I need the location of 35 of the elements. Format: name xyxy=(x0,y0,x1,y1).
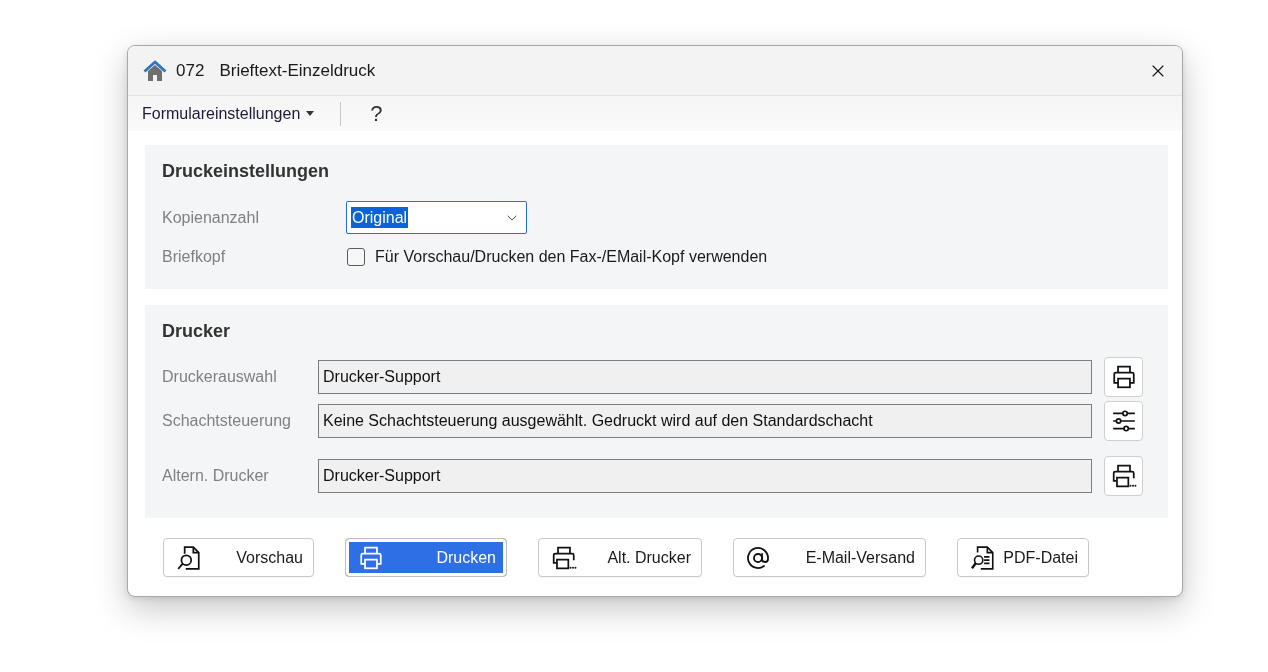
email-button[interactable]: E-Mail-Versand xyxy=(733,538,926,577)
checkbox-label: Für Vorschau/Drucken den Fax-/EMail-Kopf verwenden xyxy=(375,248,768,266)
preview-button[interactable]: Vorschau xyxy=(163,538,314,577)
printer-button[interactable] xyxy=(1104,456,1143,496)
document-magnifier-icon xyxy=(176,544,202,571)
printer-button[interactable] xyxy=(1104,357,1143,397)
alt-printer-button[interactable]: Alt. Drucker xyxy=(538,538,702,577)
printer-icon xyxy=(358,544,384,571)
section-title: Drucker xyxy=(162,320,232,342)
menu-item[interactable]: Formulareinstellungen xyxy=(142,104,315,123)
field-label: Druckerauswahl xyxy=(162,368,278,386)
printer-icon xyxy=(1110,364,1137,390)
text-field[interactable]: Drucker-Support xyxy=(318,360,1092,394)
sliders-icon xyxy=(1110,408,1137,434)
help-menu-item[interactable]: ? xyxy=(370,100,383,127)
checkbox[interactable] xyxy=(347,248,365,266)
pdf-button[interactable]: PDF-Datei xyxy=(957,538,1089,577)
text-field[interactable]: Drucker-Support xyxy=(318,459,1092,493)
document-magnifier-icon xyxy=(970,544,996,571)
settings-button[interactable] xyxy=(1104,401,1143,441)
printer-icon xyxy=(1110,463,1137,489)
field-label: Briefkopf xyxy=(162,248,227,266)
copies-dropdown[interactable]: Original xyxy=(346,201,527,234)
at-sign-icon xyxy=(746,545,770,570)
window-title: Brieftext-Einzeldruck xyxy=(219,60,377,81)
print-button[interactable]: Drucken xyxy=(345,538,507,577)
printer-icon xyxy=(551,544,577,571)
text-field[interactable]: Keine Schachtsteuerung ausgewählt. Gedruckt wird auf den Standardschacht xyxy=(318,404,1092,438)
section-title: Druckeinstellungen xyxy=(162,160,331,182)
field-label: Kopienanzahl xyxy=(162,208,260,227)
field-label: Schachtsteuerung xyxy=(162,412,292,430)
field-label: Altern. Drucker xyxy=(162,467,270,485)
caret-icon xyxy=(306,111,315,116)
form-number: 072 xyxy=(176,60,205,81)
house-icon xyxy=(143,58,167,83)
